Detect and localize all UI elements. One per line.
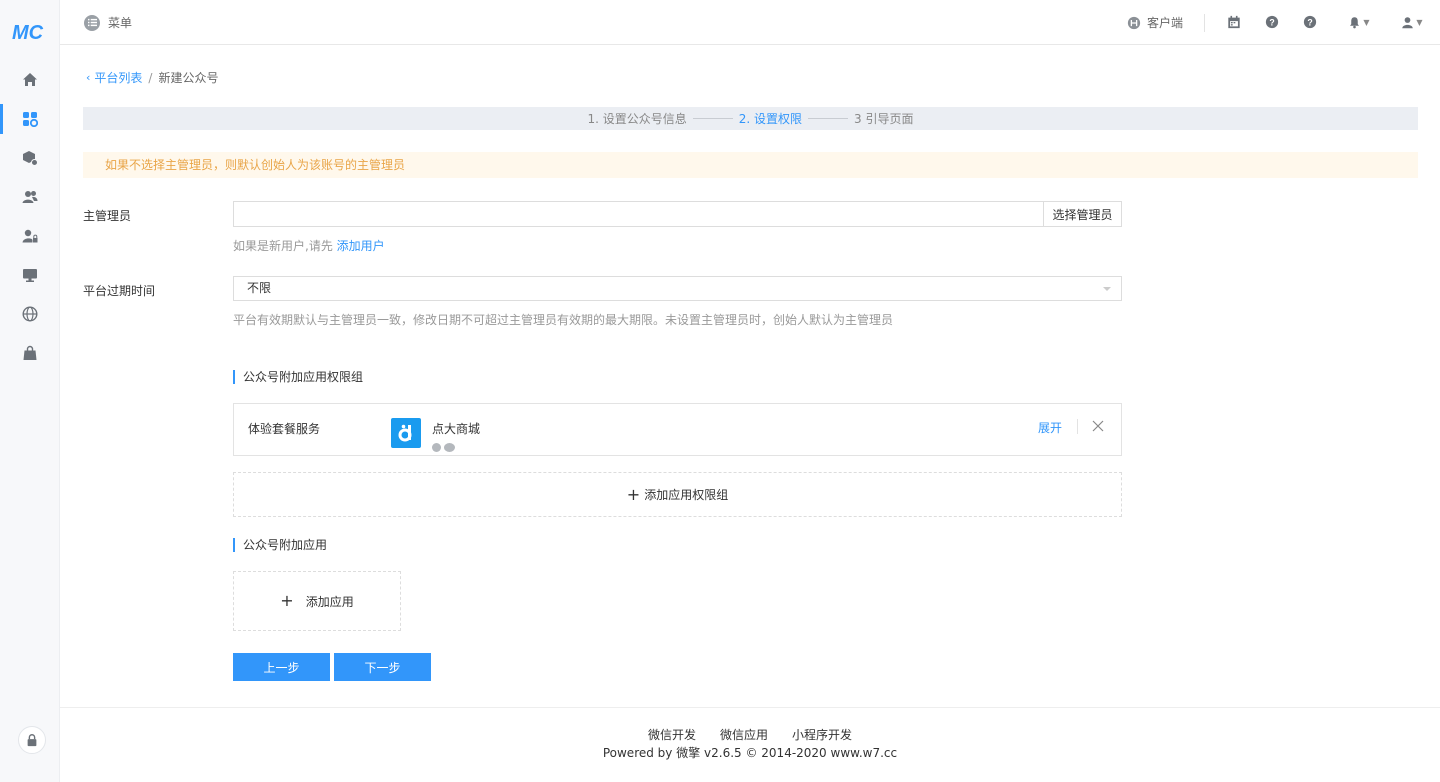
perm-section-title: 公众号附加应用权限组 bbox=[233, 370, 363, 384]
chevron-down-icon bbox=[1103, 287, 1111, 291]
sidebar: MC bbox=[0, 0, 60, 782]
footer-divider bbox=[60, 707, 1440, 708]
apps-icon[interactable] bbox=[18, 107, 42, 131]
bell-icon bbox=[1350, 16, 1360, 28]
brand-logo[interactable]: MC bbox=[12, 20, 48, 44]
app-logo bbox=[391, 418, 421, 448]
step-2: 2. 设置权限 bbox=[738, 112, 803, 126]
admin-help-text: 如果是新用户,请先 添加用户 bbox=[233, 237, 385, 254]
step-3: 3 引导页面 bbox=[854, 112, 914, 126]
chevron-left-icon: ‹ bbox=[86, 71, 91, 84]
expire-select[interactable]: 不限 bbox=[233, 276, 1122, 301]
home-icon[interactable] bbox=[18, 68, 42, 92]
menu-label: 菜单 bbox=[108, 16, 133, 30]
chevron-down-icon: ▼ bbox=[1416, 17, 1423, 27]
expire-value: 不限 bbox=[247, 281, 272, 295]
menu-list-icon bbox=[84, 14, 100, 31]
monitor-icon[interactable] bbox=[18, 263, 42, 287]
notification-dropdown[interactable]: ▼ bbox=[1345, 14, 1373, 30]
add-app-label: 添加应用 bbox=[305, 594, 354, 609]
app-platform-badges bbox=[432, 443, 455, 452]
warning-alert: 如果不选择主管理员，则默认创始人为该账号的主管理员 bbox=[83, 152, 1418, 178]
breadcrumb-back-link[interactable]: ‹ 平台列表 bbox=[86, 69, 142, 86]
user-lock-icon[interactable] bbox=[18, 224, 42, 248]
admin-input[interactable] bbox=[233, 201, 1043, 227]
footer-link-miniprogram[interactable]: 小程序开发 bbox=[792, 726, 852, 743]
add-app-button[interactable]: + 添加应用 bbox=[233, 571, 401, 631]
module-icon[interactable] bbox=[18, 146, 42, 170]
svg-text:?: ? bbox=[1269, 18, 1274, 28]
next-step-button[interactable]: 下一步 bbox=[334, 653, 431, 681]
client-label: 客户端 bbox=[1147, 16, 1184, 30]
footer-link-wechat-dev[interactable]: 微信开发 bbox=[648, 726, 696, 743]
prev-step-button[interactable]: 上一步 bbox=[233, 653, 330, 681]
help-icon[interactable]: ? bbox=[1264, 14, 1280, 30]
svg-text:?: ? bbox=[1307, 18, 1312, 28]
add-perm-group-label: 添加应用权限组 bbox=[644, 488, 729, 502]
user-icon bbox=[1402, 16, 1414, 28]
add-user-link[interactable]: 添加用户 bbox=[337, 239, 385, 253]
globe-icon[interactable] bbox=[18, 302, 42, 326]
breadcrumb-separator: / bbox=[148, 70, 153, 85]
plus-icon: + bbox=[626, 484, 641, 504]
admin-help-prefix: 如果是新用户,请先 bbox=[233, 239, 333, 253]
expand-link[interactable]: 展开 bbox=[1038, 419, 1062, 436]
client-link[interactable]: 客户端 bbox=[1127, 14, 1183, 31]
lock-sidebar-button[interactable] bbox=[18, 726, 46, 754]
lock-icon bbox=[27, 734, 37, 747]
admin-input-group: 选择管理员 bbox=[233, 201, 1122, 227]
svg-text:MC: MC bbox=[12, 22, 44, 44]
top-bar: 菜单 客户端 ? ? ▼ ▼ bbox=[60, 0, 1440, 45]
client-icon bbox=[1127, 16, 1141, 29]
calendar-icon[interactable] bbox=[1226, 14, 1242, 30]
users-icon[interactable] bbox=[18, 185, 42, 209]
app-section-title: 公众号附加应用 bbox=[233, 538, 327, 552]
menu-toggle-button[interactable]: 菜单 bbox=[84, 14, 132, 31]
close-icon[interactable] bbox=[1091, 419, 1105, 433]
sidebar-active-indicator bbox=[0, 104, 3, 134]
top-divider bbox=[1204, 14, 1205, 32]
plus-icon: + bbox=[280, 591, 294, 610]
question-icon[interactable]: ? bbox=[1302, 14, 1318, 30]
admin-label: 主管理员 bbox=[83, 209, 132, 223]
user-dropdown[interactable]: ▼ bbox=[1398, 14, 1426, 30]
footer-link-wechat-app[interactable]: 微信应用 bbox=[720, 726, 768, 743]
breadcrumb: ‹ 平台列表 / 新建公众号 bbox=[86, 69, 218, 86]
card-divider bbox=[1077, 419, 1078, 434]
select-admin-button[interactable]: 选择管理员 bbox=[1043, 201, 1122, 227]
expire-label: 平台过期时间 bbox=[83, 284, 156, 298]
footer-copyright: Powered by 微擎 v2.6.5 © 2014-2020 www.w7.… bbox=[602, 746, 898, 760]
perm-group-card: 体验套餐服务 点大商城 展开 bbox=[233, 403, 1122, 456]
step-connector bbox=[692, 118, 733, 119]
add-perm-group-button[interactable]: + 添加应用权限组 bbox=[233, 472, 1122, 517]
account-type-icon bbox=[432, 443, 441, 452]
breadcrumb-current: 新建公众号 bbox=[158, 71, 219, 85]
step-connector bbox=[808, 118, 849, 119]
app-name: 点大商城 bbox=[432, 422, 481, 436]
footer-links: 微信开发 微信应用 小程序开发 bbox=[60, 726, 1440, 743]
breadcrumb-back-label: 平台列表 bbox=[94, 71, 143, 85]
bag-icon[interactable] bbox=[18, 341, 42, 365]
wechat-icon bbox=[444, 443, 455, 452]
expire-help-text: 平台有效期默认与主管理员一致，修改日期不可超过主管理员有效期的最大期限。未设置主… bbox=[233, 313, 894, 327]
step-indicator: 1. 设置公众号信息 2. 设置权限 3 引导页面 bbox=[83, 107, 1418, 130]
step-1: 1. 设置公众号信息 bbox=[587, 112, 687, 126]
perm-group-name: 体验套餐服务 bbox=[248, 422, 321, 436]
chevron-down-icon: ▼ bbox=[1363, 17, 1370, 27]
